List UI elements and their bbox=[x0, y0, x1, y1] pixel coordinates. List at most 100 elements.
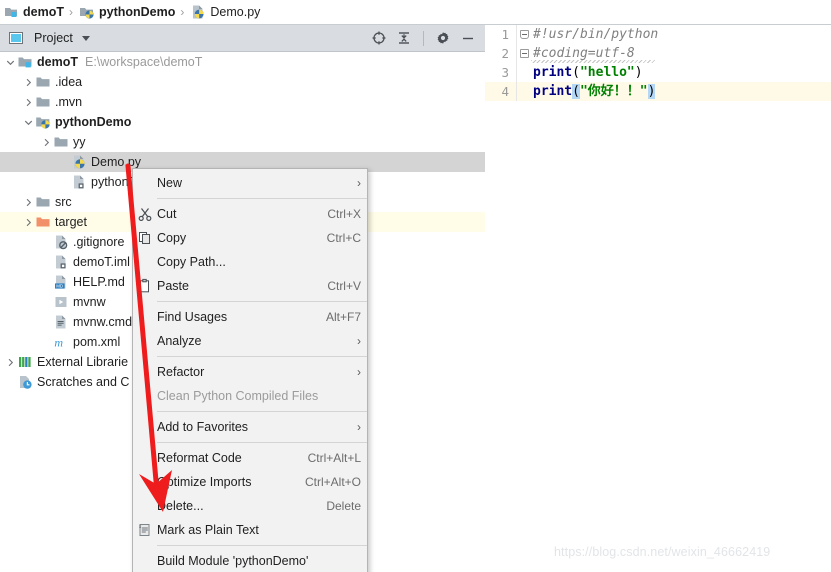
project-toolwindow-title-button[interactable]: Project bbox=[0, 30, 90, 46]
watermark-text: https://blog.csdn.net/weixin_46662419 bbox=[554, 545, 771, 559]
editor-line[interactable]: 1 #!usr/bin/python bbox=[485, 25, 831, 44]
context-menu[interactable]: New › Cut Ctrl+X Copy Ctrl+C Copy Path... Paste… bbox=[132, 168, 368, 572]
code-editor[interactable]: 1 #!usr/bin/python 2 #coding=utf-8 3 print("h… bbox=[485, 25, 831, 572]
menu-item-analyze[interactable]: Analyze › bbox=[133, 329, 367, 353]
select-opened-file-icon[interactable] bbox=[371, 30, 387, 46]
code-token: print bbox=[533, 65, 573, 80]
menu-item-new[interactable]: New › bbox=[133, 171, 367, 195]
chevron-right-icon[interactable] bbox=[22, 96, 35, 109]
menu-item-build-module-pythondemo[interactable]: Build Module 'pythonDemo' bbox=[133, 549, 367, 572]
menu-item-label: Clean Python Compiled Files bbox=[157, 389, 319, 403]
tree-row[interactable]: yy bbox=[0, 132, 485, 152]
tree-row[interactable]: .idea bbox=[0, 72, 485, 92]
menu-item-cut[interactable]: Cut Ctrl+X bbox=[133, 202, 367, 226]
menu-item-mark-as-plain-text[interactable]: x Mark as Plain Text bbox=[133, 518, 367, 542]
menu-separator bbox=[133, 356, 367, 357]
tree-row-label: demoT bbox=[37, 55, 78, 69]
menu-item-label: Add to Favorites bbox=[157, 420, 249, 434]
code-token: ( bbox=[572, 65, 580, 80]
menu-item-refactor[interactable]: Refactor › bbox=[133, 360, 367, 384]
menu-item-shortcut: Ctrl+X bbox=[327, 207, 361, 221]
line-number: 1 bbox=[485, 25, 517, 44]
breadcrumb-item-pythonDemo[interactable]: pythonDemo bbox=[78, 0, 176, 24]
iml-file-icon bbox=[53, 254, 69, 270]
fold-marker-icon[interactable] bbox=[517, 44, 531, 63]
hide-icon[interactable] bbox=[460, 30, 476, 46]
tree-row-label: demoT.iml bbox=[73, 255, 130, 269]
menu-separator bbox=[133, 301, 367, 302]
python-module-icon bbox=[79, 4, 95, 20]
collapse-all-icon[interactable] bbox=[396, 30, 412, 46]
module-root-icon bbox=[17, 54, 33, 70]
chevron-right-icon[interactable] bbox=[22, 216, 35, 229]
chevron-down-icon[interactable] bbox=[22, 116, 35, 129]
chevron-right-icon: › bbox=[357, 176, 361, 190]
fold-marker-icon[interactable] bbox=[517, 25, 531, 44]
code-text: #!usr/bin/python bbox=[531, 25, 831, 44]
menu-item-shortcut: Alt+F7 bbox=[325, 310, 361, 324]
code-token: #!usr/bin/python bbox=[533, 27, 659, 42]
code-token: ) bbox=[634, 65, 643, 80]
menu-item-copy[interactable]: Copy Ctrl+C bbox=[133, 226, 367, 250]
tree-row-label: target bbox=[55, 215, 87, 229]
tree-row[interactable]: pythonDemo bbox=[0, 112, 485, 132]
script-file-icon bbox=[53, 294, 69, 310]
breadcrumb-label: demoT bbox=[23, 5, 64, 19]
breadcrumb: demoT › pythonDemo › Demo.py bbox=[0, 0, 831, 25]
tree-row[interactable]: .mvn bbox=[0, 92, 485, 112]
menu-item-delete[interactable]: Delete... Delete bbox=[133, 494, 367, 518]
cut-icon bbox=[133, 206, 157, 222]
tree-row-label: src bbox=[55, 195, 72, 209]
tree-row-label: HELP.md bbox=[73, 275, 125, 289]
menu-item-optimize-imports[interactable]: Optimize Imports Ctrl+Alt+O bbox=[133, 470, 367, 494]
tree-row[interactable]: demoT E:\workspace\demoT bbox=[0, 52, 485, 72]
python-module-icon bbox=[35, 114, 51, 130]
tree-row-label: pom.xml bbox=[73, 335, 121, 349]
paste-icon bbox=[133, 278, 157, 294]
tree-row-label: .idea bbox=[55, 75, 83, 89]
menu-item-label: Build Module 'pythonDemo' bbox=[157, 554, 309, 568]
chevron-right-icon[interactable] bbox=[22, 196, 35, 209]
folder-icon bbox=[35, 74, 51, 90]
code-token: "你好！！" bbox=[579, 84, 648, 99]
menu-item-shortcut: Ctrl+Alt+L bbox=[307, 451, 361, 465]
menu-item-add-to-favorites[interactable]: Add to Favorites › bbox=[133, 415, 367, 439]
line-number: 3 bbox=[485, 63, 517, 82]
menu-item-paste[interactable]: Paste Ctrl+V bbox=[133, 274, 367, 298]
maven-file-icon: m bbox=[53, 334, 69, 350]
tree-row-label: Scratches and C bbox=[37, 375, 130, 389]
menu-item-reformat-code[interactable]: Reformat Code Ctrl+Alt+L bbox=[133, 446, 367, 470]
python-file-icon bbox=[71, 154, 87, 170]
editor-line[interactable]: 3 print("hello") bbox=[485, 63, 831, 82]
chevron-down-icon[interactable] bbox=[4, 56, 17, 69]
chevron-right-icon: › bbox=[357, 365, 361, 379]
editor-line[interactable]: 4 print("你好！！") bbox=[485, 82, 831, 101]
tree-row-label: External Librarie bbox=[37, 355, 129, 369]
menu-item-copy-path[interactable]: Copy Path... bbox=[133, 250, 367, 274]
pycharm-window: demoT › pythonDemo › Demo.py Project dem… bbox=[0, 0, 831, 572]
code-text: print("hello") bbox=[531, 63, 831, 82]
chevron-right-icon[interactable] bbox=[40, 136, 53, 149]
tree-row-path: E:\workspace\demoT bbox=[84, 55, 203, 69]
gear-icon[interactable] bbox=[435, 30, 451, 46]
chevron-right-icon: › bbox=[357, 420, 361, 434]
chevron-right-icon[interactable] bbox=[22, 76, 35, 89]
menu-separator bbox=[133, 198, 367, 199]
menu-item-find-usages[interactable]: Find Usages Alt+F7 bbox=[133, 305, 367, 329]
code-token: ) bbox=[647, 84, 656, 99]
menu-item-label: Copy Path... bbox=[157, 255, 226, 269]
chevron-right-icon[interactable] bbox=[4, 356, 17, 369]
code-text: print("你好！！") bbox=[531, 82, 831, 101]
svg-text:MD: MD bbox=[56, 284, 63, 289]
chevron-down-icon[interactable] bbox=[81, 35, 90, 41]
project-view-icon bbox=[8, 30, 24, 46]
breadcrumb-item-Demo-py[interactable]: Demo.py bbox=[189, 0, 261, 24]
editor-line[interactable]: 2 #coding=utf-8 bbox=[485, 44, 831, 63]
menu-item-label: Analyze bbox=[157, 334, 202, 348]
folder-excluded-icon bbox=[35, 214, 51, 230]
project-toolwindow-title: Project bbox=[34, 31, 73, 45]
breadcrumb-item-demoT[interactable]: demoT bbox=[2, 0, 65, 24]
code-token: print bbox=[533, 84, 573, 99]
